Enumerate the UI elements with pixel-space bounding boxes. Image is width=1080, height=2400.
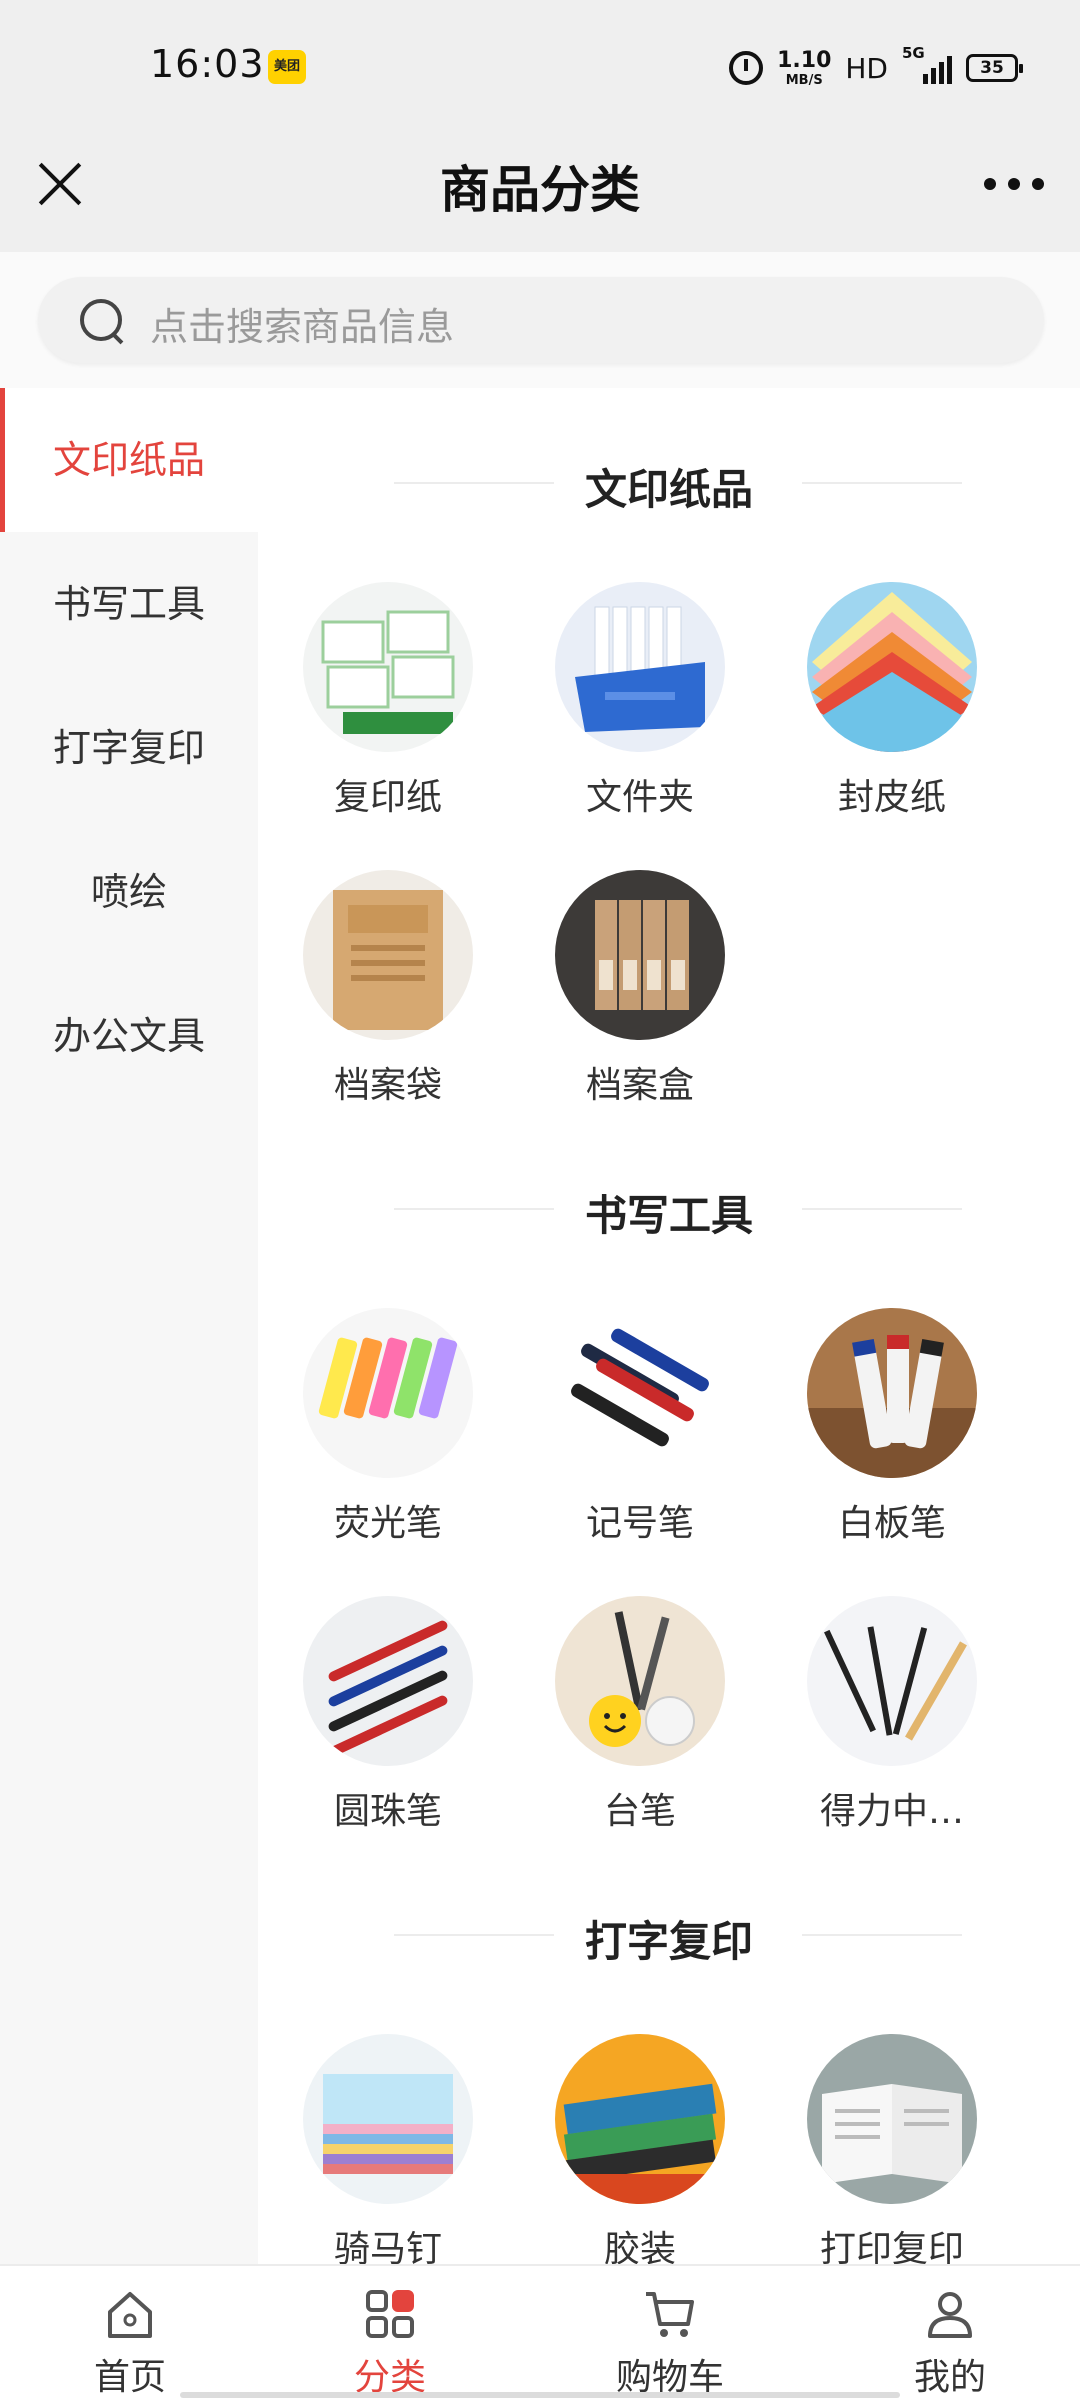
- search-area: 点击搜索商品信息: [0, 252, 1080, 388]
- search-icon: [76, 295, 126, 345]
- tab-me[interactable]: 我的: [850, 2266, 1050, 2400]
- category-item[interactable]: 台笔: [525, 1596, 755, 1856]
- copy-paper-image: [303, 582, 473, 752]
- cart-icon: [642, 2286, 698, 2342]
- category-item[interactable]: 打印复印: [777, 2034, 1007, 2264]
- cover-paper-image: [807, 582, 977, 752]
- net-speed: 1.10 MB/S: [777, 47, 832, 88]
- page-title: 商品分类: [440, 161, 640, 219]
- tab-cart[interactable]: 购物车: [570, 2266, 770, 2400]
- search-placeholder: 点击搜索商品信息: [150, 305, 455, 349]
- sidebar-item-paper[interactable]: 文印纸品: [0, 388, 258, 532]
- sidebar-item-printing[interactable]: 打字复印: [0, 676, 258, 820]
- category-icon: [362, 2286, 418, 2342]
- file-folder-image: [555, 582, 725, 752]
- category-item[interactable]: 荧光笔: [273, 1308, 503, 1568]
- signal-icon: 5G: [902, 44, 952, 88]
- alarm-icon: [729, 51, 764, 85]
- category-item[interactable]: 复印纸: [273, 582, 503, 842]
- archive-bag-image: [303, 870, 473, 1040]
- whiteboard-marker-image: [807, 1308, 977, 1478]
- sidebar-item-writing[interactable]: 书写工具: [0, 532, 258, 676]
- category-item[interactable]: 档案袋: [273, 870, 503, 1130]
- user-icon: [922, 2286, 978, 2342]
- status-time: 16:03: [150, 42, 265, 86]
- print-copy-image: [807, 2034, 977, 2204]
- section-title: 书写工具: [258, 1168, 1080, 1248]
- more-icon[interactable]: [984, 172, 1044, 196]
- highlighter-image: [303, 1308, 473, 1478]
- home-indicator: [180, 2392, 900, 2398]
- category-item[interactable]: 档案盒: [525, 870, 755, 1130]
- status-indicators: 1.10 MB/S HD 5G 35: [729, 44, 1023, 90]
- hd-indicator: HD: [845, 51, 888, 85]
- tab-home[interactable]: 首页: [30, 2266, 230, 2400]
- category-item[interactable]: 骑马钉: [273, 2034, 503, 2264]
- archive-box-image: [555, 870, 725, 1040]
- category-item[interactable]: 胶装: [525, 2034, 755, 2264]
- search-input[interactable]: 点击搜索商品信息: [38, 277, 1044, 363]
- ballpoint-pen-image: [303, 1596, 473, 1766]
- nav-bar: 商品分类: [0, 136, 1080, 252]
- desk-pen-image: [555, 1596, 725, 1766]
- category-content: 文印纸品 复印纸 文件夹 封皮纸 档案袋 档案盒 书写工具 荧光笔 记号笔 白板…: [258, 388, 1080, 2264]
- category-item[interactable]: 圆珠笔: [273, 1596, 503, 1856]
- category-item[interactable]: 得力中…: [777, 1596, 1007, 1856]
- category-item[interactable]: 白板笔: [777, 1308, 1007, 1568]
- battery-icon: 35: [966, 54, 1023, 82]
- saddle-stitch-image: [303, 2034, 473, 2204]
- category-item[interactable]: 文件夹: [525, 582, 755, 842]
- sidebar-item-spray[interactable]: 喷绘: [0, 820, 258, 964]
- category-item[interactable]: 封皮纸: [777, 582, 1007, 842]
- compass-image: [807, 1596, 977, 1766]
- sidebar-item-office[interactable]: 办公文具: [0, 964, 258, 1108]
- home-icon: [102, 2286, 158, 2342]
- bottom-tab-bar: 首页 分类 购物车 我的: [0, 2264, 1080, 2400]
- status-bar: 16:03 美团 1.10 MB/S HD 5G 35: [0, 0, 1080, 136]
- meituan-app-icon: 美团: [268, 50, 306, 84]
- section-title: 打字复印: [258, 1894, 1080, 1974]
- marker-pen-image: [555, 1308, 725, 1478]
- category-sidebar: 文印纸品 书写工具 打字复印 喷绘 办公文具: [0, 388, 258, 2264]
- category-item[interactable]: 记号笔: [525, 1308, 755, 1568]
- tab-category[interactable]: 分类: [290, 2266, 490, 2400]
- section-title: 文印纸品: [258, 442, 1080, 522]
- perfect-binding-image: [555, 2034, 725, 2204]
